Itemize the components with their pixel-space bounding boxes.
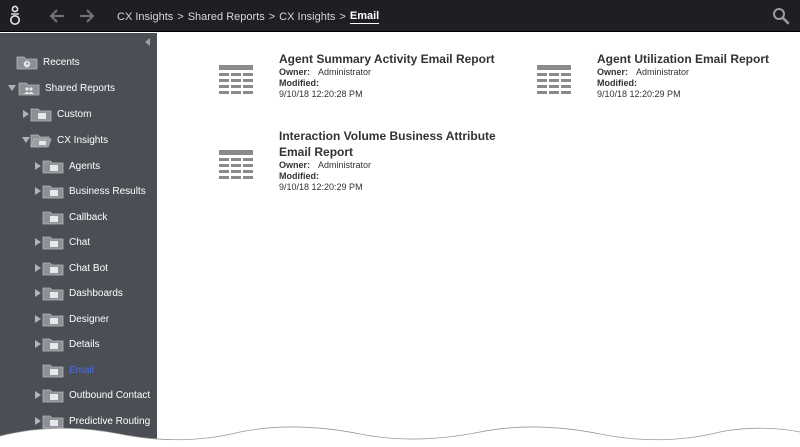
report-modified-date: 9/10/18 12:20:29 PM [597, 89, 681, 99]
sidebar-item-label: Email [69, 364, 95, 376]
shared-folder-icon [18, 82, 40, 96]
report-table-icon [219, 65, 253, 94]
sidebar-item-label: Recents [43, 56, 80, 68]
expanded-arrow-icon[interactable] [22, 136, 30, 144]
report-table-icon [219, 150, 253, 179]
sidebar-item-shared-reports[interactable]: Shared Reports [0, 77, 157, 99]
collapsed-arrow-icon[interactable] [34, 315, 42, 323]
report-modified-label: Modified: [279, 78, 319, 89]
report-modified-date: 9/10/18 12:20:28 PM [279, 89, 363, 99]
folder-icon [42, 185, 64, 199]
sidebar-item-callback[interactable]: Callback [0, 206, 157, 228]
sidebar-item-outbound-contact[interactable]: Outbound Contact [0, 384, 157, 406]
folder-icon [42, 364, 64, 378]
folder-icon [42, 211, 64, 225]
collapsed-arrow-icon[interactable] [34, 391, 42, 399]
sidebar-item-label: Business Results [69, 185, 146, 197]
sidebar-item-custom[interactable]: Custom [0, 103, 157, 125]
owner-value: Administrator [318, 67, 372, 77]
collapsed-arrow-icon[interactable] [34, 264, 42, 272]
report-modified-label: Modified: [279, 171, 319, 182]
folder-icon [42, 160, 64, 174]
report-owner: Owner: Administrator [279, 160, 371, 171]
sidebar-item-label: Outbound Contact [69, 389, 151, 401]
owner-label: Owner: [279, 67, 311, 77]
report-title-line2[interactable]: Email Report [279, 144, 353, 160]
sidebar-item-label: Shared Reports [45, 82, 116, 94]
sidebar-item-recents[interactable]: Recents [0, 51, 157, 73]
report-title[interactable]: Agent Summary Activity Email Report [279, 51, 495, 67]
breadcrumb-separator: > [339, 11, 346, 23]
search-icon[interactable] [772, 7, 790, 25]
collapsed-arrow-icon[interactable] [22, 110, 30, 118]
folder-icon [42, 262, 64, 276]
sidebar-item-email[interactable]: Email [0, 359, 157, 381]
report-modified-label: Modified: [597, 78, 637, 89]
open-folder-icon [30, 134, 52, 148]
sidebar-item-designer[interactable]: Designer [0, 308, 157, 330]
sidebar-item-chat-bot[interactable]: Chat Bot [0, 257, 157, 279]
recents-folder-icon [16, 56, 38, 70]
breadcrumb-cx-insights[interactable]: CX Insights [117, 11, 173, 23]
collapsed-arrow-icon[interactable] [34, 162, 42, 170]
sidebar-item-label: Callback [69, 211, 108, 223]
sidebar-item-details[interactable]: Details [0, 333, 157, 355]
report-card-interaction-volume[interactable]: Interaction Volume Business Attribute Em… [217, 128, 517, 208]
sidebar-item-dashboards[interactable]: Dashboards [0, 282, 157, 304]
sidebar-item-label: Designer [69, 313, 110, 325]
breadcrumb-current: Email [349, 10, 380, 24]
modified-label: Modified: [279, 171, 319, 181]
owner-value: Administrator [318, 160, 372, 170]
breadcrumb-shared-reports[interactable]: Shared Reports [188, 11, 265, 23]
modified-label: Modified: [597, 78, 637, 88]
breadcrumb-separator: > [177, 11, 184, 23]
sidebar-item-label: Chat [69, 236, 91, 248]
back-arrow-icon[interactable] [48, 7, 66, 25]
folder-icon [42, 338, 64, 352]
sidebar: Recents Shared Reports Custom CX Insight… [0, 33, 157, 447]
sidebar-item-cx-insights[interactable]: CX Insights [0, 129, 157, 151]
report-title[interactable]: Agent Utilization Email Report [597, 51, 769, 67]
sidebar-item-label: Agents [69, 160, 101, 172]
collapsed-arrow-icon[interactable] [34, 238, 42, 246]
folder-icon [42, 313, 64, 327]
owner-value: Administrator [636, 67, 690, 77]
report-owner: Owner: Administrator [279, 67, 371, 78]
report-card-agent-summary[interactable]: Agent Summary Activity Email Report Owne… [217, 51, 517, 131]
collapse-sidebar-icon[interactable] [144, 38, 152, 46]
sidebar-item-label: Chat Bot [69, 262, 108, 274]
owner-label: Owner: [279, 160, 311, 170]
breadcrumb-separator: > [268, 11, 276, 23]
report-list: Agent Summary Activity Email Report Owne… [157, 33, 800, 447]
sidebar-item-label: Details [69, 338, 100, 350]
breadcrumb-cx-insights-folder[interactable]: CX Insights [279, 11, 335, 23]
folder-icon [42, 236, 64, 250]
breadcrumb: CX Insights > Shared Reports > CX Insigh… [117, 10, 380, 24]
modified-label: Modified: [279, 78, 319, 88]
sidebar-item-label: Custom [57, 108, 92, 120]
sidebar-item-label: CX Insights [57, 134, 109, 146]
sidebar-item-agents[interactable]: Agents [0, 155, 157, 177]
sidebar-item-business-results[interactable]: Business Results [0, 180, 157, 202]
report-modified-date: 9/10/18 12:20:29 PM [279, 182, 363, 192]
top-bar: CX Insights > Shared Reports > CX Insigh… [0, 0, 800, 32]
genesys-logo-icon[interactable] [6, 5, 24, 27]
folder-icon [42, 389, 64, 403]
sidebar-item-chat[interactable]: Chat [0, 231, 157, 253]
report-owner: Owner: Administrator [597, 67, 689, 78]
folder-icon [30, 108, 52, 122]
report-table-icon [537, 65, 571, 94]
report-title-line1[interactable]: Interaction Volume Business Attribute [279, 128, 496, 144]
collapsed-arrow-icon[interactable] [34, 187, 42, 195]
owner-label: Owner: [597, 67, 629, 77]
collapsed-arrow-icon[interactable] [34, 289, 42, 297]
report-card-agent-utilization[interactable]: Agent Utilization Email Report Owner: Adm… [537, 51, 797, 131]
torn-edge-decoration [0, 426, 800, 447]
folder-icon [42, 287, 64, 301]
expanded-arrow-icon[interactable] [8, 84, 16, 92]
collapsed-arrow-icon[interactable] [34, 340, 42, 348]
sidebar-item-label: Dashboards [69, 287, 123, 299]
forward-arrow-icon[interactable] [78, 7, 96, 25]
